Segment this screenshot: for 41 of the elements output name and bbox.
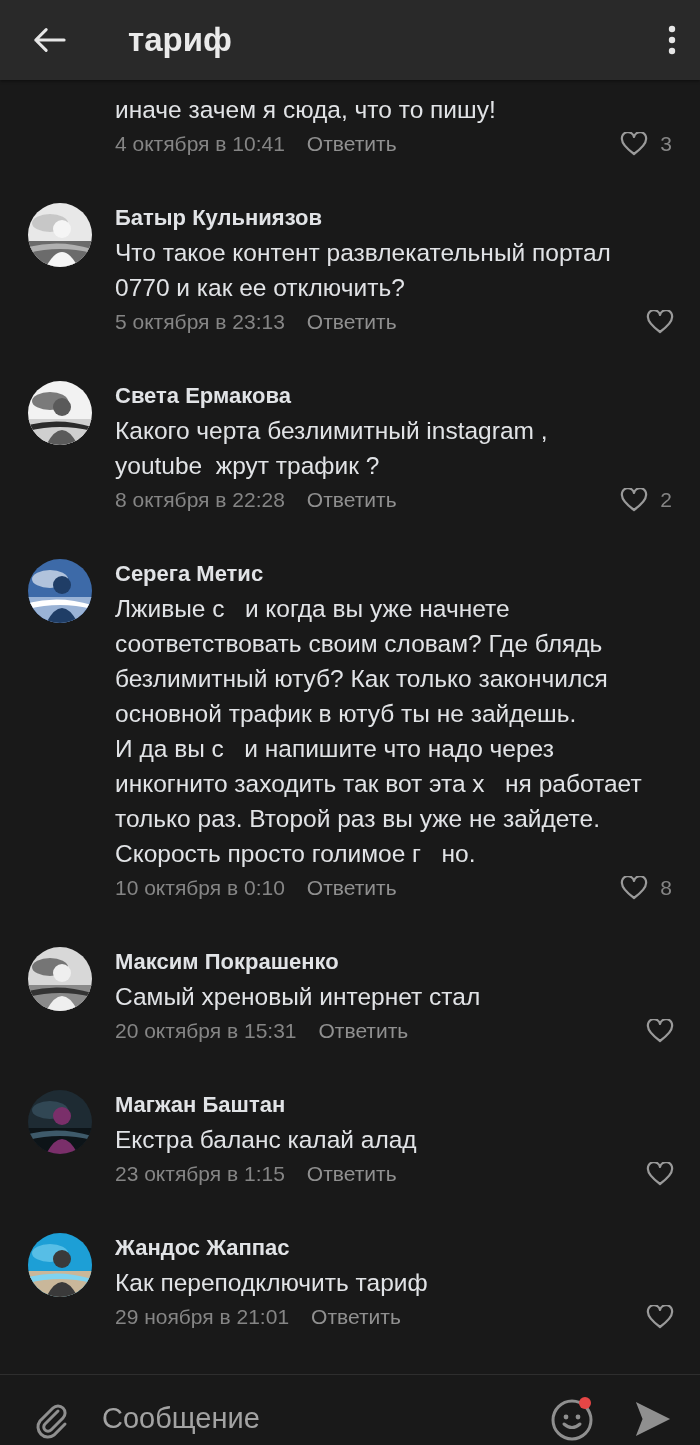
comment-text: Лживые с и когда вы уже начнете соответствовать своим словам? Где блядь безлимитный ютуб? Как только закончился основной трафик в ютуб ты не зайдешь. И да вы с и напишите что надо через инкогнито заходить так вот эта х ня работает только раз. Второй раз вы уже не зайдете. Скорость просто голимое г но. — [115, 594, 643, 869]
comment-date: 29 ноября в 21:01 — [115, 1305, 290, 1329]
like-count: 8 — [660, 876, 672, 900]
like-count: 2 — [660, 488, 672, 512]
comment-date: 4 октября в 10:41 — [115, 132, 285, 156]
reply-link[interactable]: Ответить — [311, 1305, 401, 1329]
comment-date: 23 октября в 1:15 — [115, 1162, 285, 1186]
comment-text: Что такое контент развлекательный портал 0770 и как ее отключить? — [115, 238, 612, 303]
heart-icon[interactable] — [620, 488, 649, 512]
author-name[interactable]: Жандос Жаппас — [115, 1231, 290, 1265]
heart-icon[interactable] — [646, 1162, 674, 1186]
back-icon[interactable] — [32, 26, 66, 54]
author-name[interactable]: Серега Метис — [115, 557, 264, 591]
comment-text: Екстра баланс калай алад — [115, 1125, 418, 1155]
comment-text: Самый хреновый интернет стал — [115, 982, 482, 1012]
author-name[interactable]: Магжан Баштан — [115, 1088, 286, 1122]
like-count: 3 — [660, 132, 672, 156]
more-menu-icon[interactable] — [668, 25, 676, 55]
message-field[interactable]: Сообщение — [102, 1398, 550, 1439]
comment-text: Какого черта безлимитный instagram , youtube жрут трафик ? — [115, 416, 549, 481]
author-name[interactable]: Света Ермакова — [115, 379, 291, 413]
reply-link[interactable]: Ответить — [306, 488, 397, 512]
comment-date: 10 октября в 0:10 — [115, 876, 285, 900]
reply-link[interactable]: Ответить — [306, 132, 397, 156]
comment-text: иначе зачем я сюда, что то пишу! — [115, 95, 497, 125]
comment-date: 20 октября в 15:31 — [115, 1019, 297, 1043]
page-title: тариф — [128, 21, 233, 59]
heart-icon[interactable] — [646, 1305, 674, 1329]
reply-link[interactable]: Ответить — [306, 876, 397, 900]
heart-icon[interactable] — [646, 1019, 674, 1043]
author-name[interactable]: Батыр Кульниязов — [115, 201, 323, 235]
comment-date: 5 октября в 23:13 — [115, 310, 285, 334]
reply-link[interactable]: Ответить — [306, 310, 397, 334]
comment-date: 8 октября в 22:28 — [115, 488, 285, 512]
heart-icon[interactable] — [646, 310, 674, 334]
author-name[interactable]: Максим Покрашенко — [115, 945, 339, 979]
reply-link[interactable]: Ответить — [306, 1162, 397, 1186]
comment-text: Как переподключить тариф — [115, 1268, 429, 1298]
heart-icon[interactable] — [620, 876, 649, 900]
heart-icon[interactable] — [620, 132, 649, 156]
reply-link[interactable]: Ответить — [318, 1019, 409, 1043]
